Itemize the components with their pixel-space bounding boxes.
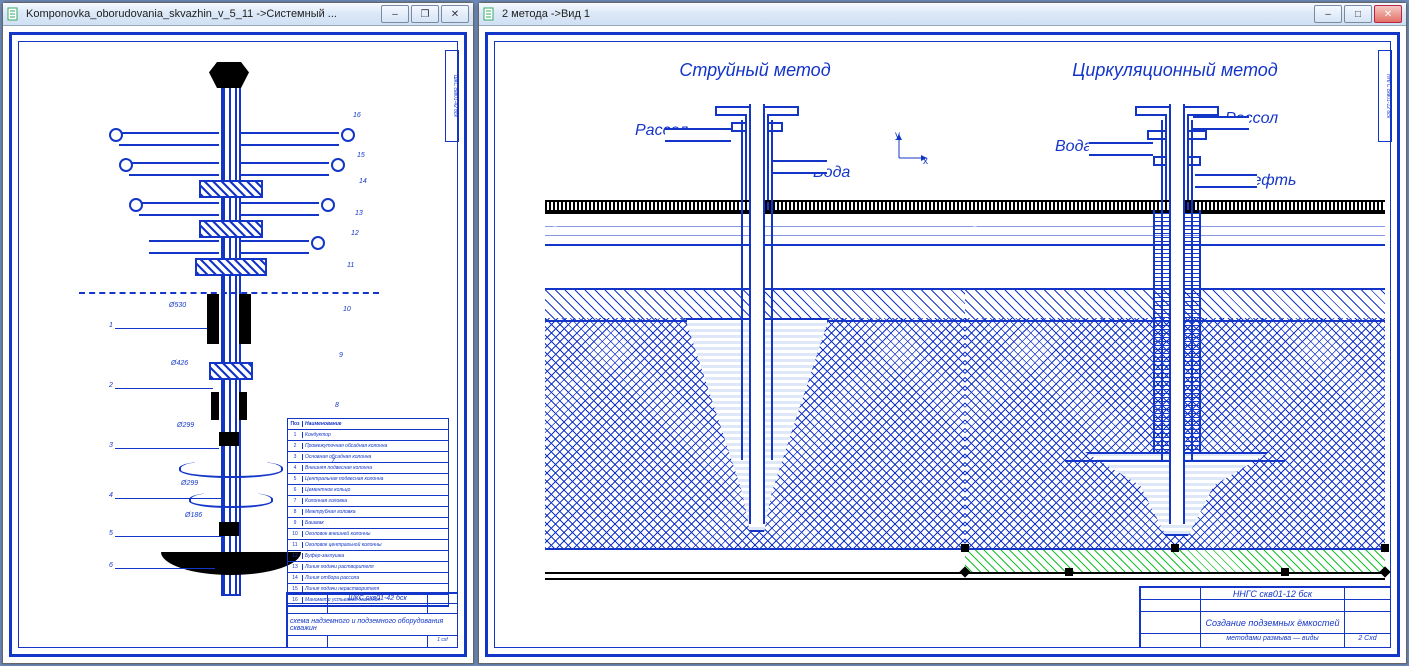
callout-10: 10	[343, 306, 351, 313]
axis-icon	[893, 130, 933, 164]
cad-doc-icon	[483, 7, 497, 21]
callout-5: 5	[109, 530, 113, 537]
minimize-button[interactable]: –	[1314, 5, 1342, 23]
close-button[interactable]: ✕	[1374, 5, 1402, 23]
callout-14: 14	[359, 178, 367, 185]
method-jet: Струйный метод Рассол Вода y x	[545, 60, 965, 580]
parts-row: 9Башмак	[288, 518, 448, 529]
callout-16: 16	[353, 112, 361, 119]
minimize-icon: –	[392, 9, 398, 20]
dim-d186: Ø186	[185, 512, 202, 519]
drawing1-frame: ШКС скв01-42 бск	[9, 32, 467, 657]
dim-d530: Ø530	[169, 302, 186, 309]
method1-title: Струйный метод	[545, 60, 965, 81]
callout-3: 3	[109, 442, 113, 449]
parts-table: ПозНаименование 1Кондуктор2Промежуточная…	[287, 418, 449, 607]
drawing2-frame: ННГС скв01-12 бск Струйный метод Рассол …	[485, 32, 1400, 657]
minimize-icon: –	[1325, 9, 1331, 20]
drawing2-viewport[interactable]: ННГС скв01-12 бск Струйный метод Рассол …	[479, 26, 1406, 663]
parts-row: 10Оголовок внешней колонны	[288, 529, 448, 540]
tb1-code: ШКС скв01-42 бск	[327, 593, 427, 603]
titleblock-1: ШКС скв01-42 бск схема надземного и подз…	[286, 592, 457, 647]
dim-d299b: Ø299	[181, 480, 198, 487]
maximize-icon: □	[1355, 9, 1361, 20]
parts-row: 14Линия отбора рассола	[288, 573, 448, 584]
titlebar-1[interactable]: Komponovka_oborudovania_skvazhin_v_5_11 …	[3, 3, 473, 26]
tb2-sheet: 2 Cxd	[1344, 633, 1390, 647]
close-button[interactable]: ✕	[441, 5, 469, 23]
maximize-button[interactable]: □	[1344, 5, 1372, 23]
parts-row: 5Центральная подвесная колонна	[288, 474, 448, 485]
callout-6: 6	[109, 562, 113, 569]
window1-title: Komponovka_oborudovania_skvazhin_v_5_11 …	[26, 8, 381, 20]
callout-1: 1	[109, 322, 113, 329]
window-komponovka: Komponovka_oborudovania_skvazhin_v_5_11 …	[2, 2, 474, 664]
parts-row: 3Основная обсадная колонна	[288, 452, 448, 463]
parts-row: 13Линия подачи растворителя	[288, 562, 448, 573]
callout-2: 2	[109, 382, 113, 389]
tb2-code: ННГС скв01-12 бск	[1200, 587, 1344, 599]
method-circulation: Циркуляционный метод Рассол Вода Нефть	[965, 60, 1385, 580]
callout-15: 15	[357, 152, 365, 159]
callout-11: 11	[347, 262, 354, 269]
parts-hdr-n: Поз	[288, 421, 303, 427]
tb2-line2: методами размыва — виды	[1200, 633, 1344, 647]
parts-row: 1Кондуктор	[288, 430, 448, 441]
parts-row: 8Межтрубная головка	[288, 507, 448, 518]
restore-button[interactable]: ❐	[411, 5, 439, 23]
tb2-line1: Создание подземных ёмкостей	[1205, 618, 1339, 628]
parts-row: 11Оголовок центральной колонны	[288, 540, 448, 551]
cad-doc-icon	[7, 7, 21, 21]
parts-row: 4Внешняя подвесная колонна	[288, 463, 448, 474]
callout-9: 9	[339, 352, 343, 359]
parts-row: 2Промежуточная обсадная колонна	[288, 441, 448, 452]
close-icon: ✕	[1384, 9, 1392, 20]
callout-4: 4	[109, 492, 113, 499]
titleblock-2: ННГС скв01-12 бск Создание подземных ёмк…	[1139, 586, 1390, 647]
tb1-title: схема надземного и подземного оборудован…	[287, 613, 457, 635]
callout-12: 12	[351, 230, 359, 237]
titlebar-2[interactable]: 2 метода ->Вид 1 – □ ✕	[479, 3, 1406, 26]
parts-row: 7Колонная головка	[288, 496, 448, 507]
minimize-button[interactable]: –	[381, 5, 409, 23]
close-icon: ✕	[451, 9, 459, 20]
tb1-sheet: 1 cxf	[427, 635, 457, 647]
callout-13: 13	[355, 210, 363, 217]
parts-row: 6Цементное кольцо	[288, 485, 448, 496]
window2-title: 2 метода ->Вид 1	[502, 8, 1314, 20]
dim-d299: Ø299	[177, 422, 194, 429]
dim-d426: Ø426	[171, 360, 188, 367]
method2-title: Циркуляционный метод	[965, 60, 1385, 81]
callout-8: 8	[335, 402, 339, 409]
parts-hdr-name: Наименование	[303, 421, 448, 427]
restore-icon: ❐	[421, 9, 430, 20]
parts-row: 12Буфер-заглушка	[288, 551, 448, 562]
window-2metoda: 2 метода ->Вид 1 – □ ✕ ННГС скв01-12 бск…	[478, 2, 1407, 664]
drawing1-viewport[interactable]: ШКС скв01-42 бск	[3, 26, 473, 663]
label-water-2: Вода	[1055, 138, 1092, 156]
